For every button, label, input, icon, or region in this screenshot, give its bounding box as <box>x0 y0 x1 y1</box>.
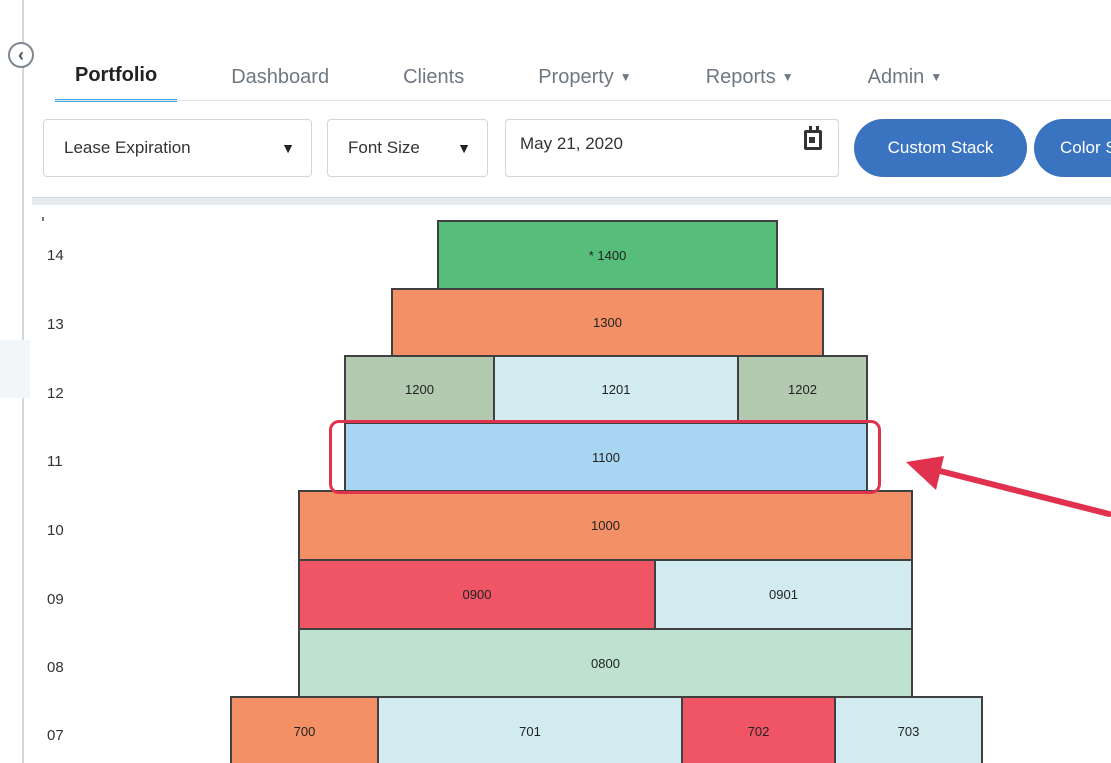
unit-0800[interactable]: 0800 <box>298 628 913 698</box>
unit-1300[interactable]: 1300 <box>391 288 824 357</box>
floor-label-11: 11 <box>47 453 63 470</box>
unit-1202[interactable]: 1202 <box>737 355 868 424</box>
axis-tick <box>42 217 44 221</box>
unit-1100[interactable]: 1100 <box>344 422 868 492</box>
floor-label-09: 09 <box>47 591 64 608</box>
caret-down-icon: ▼ <box>457 140 471 156</box>
floor-label-08: 08 <box>47 659 64 676</box>
tab-property[interactable]: Property ▼ <box>518 58 651 102</box>
unit-0900[interactable]: 0900 <box>298 559 656 630</box>
font-size-select[interactable]: Font Size ▼ <box>327 119 488 177</box>
unit-700[interactable]: 700 <box>230 696 379 763</box>
caret-down-icon: ▼ <box>619 70 632 84</box>
unit-1400[interactable]: * 1400 <box>437 220 778 290</box>
collapse-sidebar-button[interactable]: ‹ <box>8 42 34 68</box>
tab-portfolio[interactable]: Portfolio <box>55 58 178 102</box>
unit-701[interactable]: 701 <box>377 696 683 763</box>
floor-label-07: 07 <box>47 727 64 744</box>
chevron-left-icon: ‹ <box>18 45 24 65</box>
view-select[interactable]: Lease Expiration ▼ <box>43 119 312 177</box>
calendar-icon[interactable] <box>804 126 822 150</box>
floor-label-10: 10 <box>47 522 64 539</box>
custom-stack-button[interactable]: Custom Stack <box>854 119 1027 177</box>
stacking-plan: 14 13 12 11 10 09 08 07 * 1400 1300 1200… <box>0 205 1111 763</box>
caret-down-icon: ▼ <box>930 70 943 84</box>
unit-1000[interactable]: 1000 <box>298 490 913 561</box>
date-input[interactable]: May 21, 2020 <box>505 119 839 177</box>
unit-0901[interactable]: 0901 <box>654 559 913 630</box>
caret-down-icon: ▼ <box>281 140 295 156</box>
color-button[interactable]: Color S <box>1034 119 1111 177</box>
tab-dashboard[interactable]: Dashboard <box>211 58 349 102</box>
toolbar-divider <box>32 197 1111 205</box>
tab-admin[interactable]: Admin ▼ <box>848 58 963 102</box>
nav-divider <box>55 100 1111 101</box>
unit-702[interactable]: 702 <box>681 696 836 763</box>
unit-1201[interactable]: 1201 <box>493 355 739 424</box>
main-nav: Portfolio Dashboard Clients Property ▼ Re… <box>55 58 996 102</box>
floor-label-14: 14 <box>47 247 64 264</box>
floor-label-13: 13 <box>47 316 64 333</box>
caret-down-icon: ▼ <box>781 70 794 84</box>
tab-reports[interactable]: Reports ▼ <box>686 58 814 102</box>
unit-703[interactable]: 703 <box>834 696 983 763</box>
tab-clients[interactable]: Clients <box>383 58 484 102</box>
floor-label-12: 12 <box>47 385 64 402</box>
toolbar: Lease Expiration ▼ Font Size ▼ May 21, 2… <box>0 110 1111 200</box>
unit-1200[interactable]: 1200 <box>344 355 495 424</box>
